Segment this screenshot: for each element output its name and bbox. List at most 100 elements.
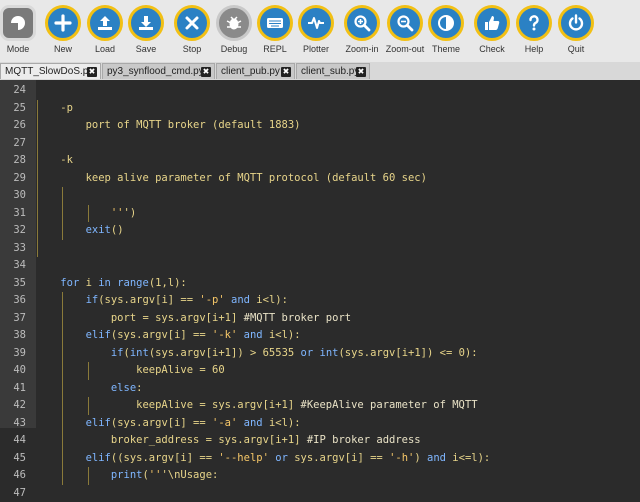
line-number: 39 xyxy=(0,345,26,363)
keyboard-icon xyxy=(257,5,293,41)
debug-label: Debug xyxy=(212,44,256,54)
line-number: 47 xyxy=(0,485,26,502)
line-number: 26 xyxy=(0,117,26,135)
code-text: ''') xyxy=(35,205,136,223)
theme-icon xyxy=(428,5,464,41)
zoom-out-icon xyxy=(387,5,423,41)
load-button[interactable]: Load xyxy=(83,5,127,61)
close-tab-icon[interactable]: ✖ xyxy=(281,67,291,77)
tab-bar: MQTT_SlowDoS.py✖py3_synflood_cmd.py✖clie… xyxy=(0,62,640,80)
file-tab-label: py3_synflood_cmd.py xyxy=(107,66,204,77)
line-number: 44 xyxy=(0,432,26,450)
repl-button[interactable]: REPL xyxy=(253,5,297,61)
code-text: elif(sys.argv[i] == '-k' and i<l): xyxy=(35,327,301,345)
code-text: port of MQTT broker (default 1883) xyxy=(35,117,301,135)
repl-label: REPL xyxy=(253,44,297,54)
code-text: if(int(sys.argv[i+1]) > 65535 or int(sys… xyxy=(35,345,478,363)
zoom-out-label: Zoom-out xyxy=(383,44,427,54)
code-line: 32 exit() xyxy=(0,222,640,240)
line-number: 38 xyxy=(0,327,26,345)
code-line: 39 if(int(sys.argv[i+1]) > 65535 or int(… xyxy=(0,345,640,363)
code-line: 40 keepAlive = 60 xyxy=(0,362,640,380)
line-number: 24 xyxy=(0,82,26,100)
load-label: Load xyxy=(83,44,127,54)
waveform-icon xyxy=(298,5,334,41)
indent-guide xyxy=(88,397,89,415)
code-text: if(sys.argv[i] == '-p' and i<l): xyxy=(35,292,288,310)
save-button[interactable]: Save xyxy=(124,5,168,61)
line-number: 35 xyxy=(0,275,26,293)
file-tab[interactable]: MQTT_SlowDoS.py✖ xyxy=(0,63,101,79)
line-number: 32 xyxy=(0,222,26,240)
line-number: 34 xyxy=(0,257,26,275)
close-tab-icon[interactable]: ✖ xyxy=(201,67,211,77)
code-text: port = sys.argv[i+1] #MQTT broker port xyxy=(35,310,351,328)
code-text: -k xyxy=(35,152,73,170)
close-tab-icon[interactable]: ✖ xyxy=(87,67,97,77)
plotter-button[interactable]: Plotter xyxy=(294,5,338,61)
file-tab-label: client_sub.py xyxy=(301,66,359,77)
file-tab-label: MQTT_SlowDoS.py xyxy=(5,66,93,77)
file-tab[interactable]: client_sub.py✖ xyxy=(296,63,370,79)
close-icon xyxy=(174,5,210,41)
theme-button[interactable]: Theme xyxy=(424,5,468,61)
mode-icon xyxy=(0,5,36,41)
code-text: elif((sys.argv[i] == '--help' or sys.arg… xyxy=(35,450,490,468)
debug-button[interactable]: Debug xyxy=(212,5,256,61)
code-line: 29 keep alive parameter of MQTT protocol… xyxy=(0,170,640,188)
code-line: 34 xyxy=(0,257,640,275)
file-tab[interactable]: client_pub.py✖ xyxy=(216,63,295,79)
code-line: 31 ''') xyxy=(0,205,640,223)
code-line: 28 -k xyxy=(0,152,640,170)
code-line: 47 xyxy=(0,485,640,502)
code-line: 33 xyxy=(0,240,640,258)
line-number: 36 xyxy=(0,292,26,310)
code-text: keepAlive = sys.argv[i+1] #KeepAlive par… xyxy=(35,397,478,415)
code-line: 43 elif(sys.argv[i] == '-a' and i<l): xyxy=(0,415,640,433)
file-tab[interactable]: py3_synflood_cmd.py✖ xyxy=(102,63,215,79)
help-label: Help xyxy=(512,44,556,54)
code-text: exit() xyxy=(35,222,124,240)
line-number: 30 xyxy=(0,187,26,205)
code-line: 26 port of MQTT broker (default 1883) xyxy=(0,117,640,135)
check-label: Check xyxy=(470,44,514,54)
file-tab-label: client_pub.py xyxy=(221,66,280,77)
indent-guide xyxy=(37,152,38,257)
code-line: 27 xyxy=(0,135,640,153)
line-number: 33 xyxy=(0,240,26,258)
code-text: keep alive parameter of MQTT protocol (d… xyxy=(35,170,427,188)
close-tab-icon[interactable]: ✖ xyxy=(356,67,366,77)
zoom-out-button[interactable]: Zoom-out xyxy=(383,5,427,61)
code-text: broker_address = sys.argv[i+1] #IP broke… xyxy=(35,432,421,450)
indent-guide xyxy=(88,362,89,380)
check-button[interactable]: Check xyxy=(470,5,514,61)
download-icon xyxy=(128,5,164,41)
code-line: 36 if(sys.argv[i] == '-p' and i<l): xyxy=(0,292,640,310)
line-number: 40 xyxy=(0,362,26,380)
plotter-label: Plotter xyxy=(294,44,338,54)
code-line: 42 keepAlive = sys.argv[i+1] #KeepAlive … xyxy=(0,397,640,415)
quit-button[interactable]: Quit xyxy=(554,5,598,61)
zoom-in-icon xyxy=(344,5,380,41)
indent-guide xyxy=(62,187,63,240)
line-number: 25 xyxy=(0,100,26,118)
line-number: 27 xyxy=(0,135,26,153)
line-number: 37 xyxy=(0,310,26,328)
new-label: New xyxy=(41,44,85,54)
mode-label: Mode xyxy=(0,44,40,54)
line-number: 41 xyxy=(0,380,26,398)
zoom-in-button[interactable]: Zoom-in xyxy=(340,5,384,61)
code-editor[interactable]: 2425 -p26 port of MQTT broker (default 1… xyxy=(0,80,640,428)
help-button[interactable]: Help xyxy=(512,5,556,61)
line-number: 46 xyxy=(0,467,26,485)
line-number: 43 xyxy=(0,415,26,433)
toolbar: ModeNewLoadSaveStopDebugREPLPlotterZoom-… xyxy=(0,0,640,63)
indent-guide xyxy=(37,100,38,153)
code-line: 41 else: xyxy=(0,380,640,398)
plus-icon xyxy=(45,5,81,41)
line-number: 28 xyxy=(0,152,26,170)
stop-button[interactable]: Stop xyxy=(170,5,214,61)
mode-button[interactable]: Mode xyxy=(0,5,40,61)
new-button[interactable]: New xyxy=(41,5,85,61)
save-label: Save xyxy=(124,44,168,54)
